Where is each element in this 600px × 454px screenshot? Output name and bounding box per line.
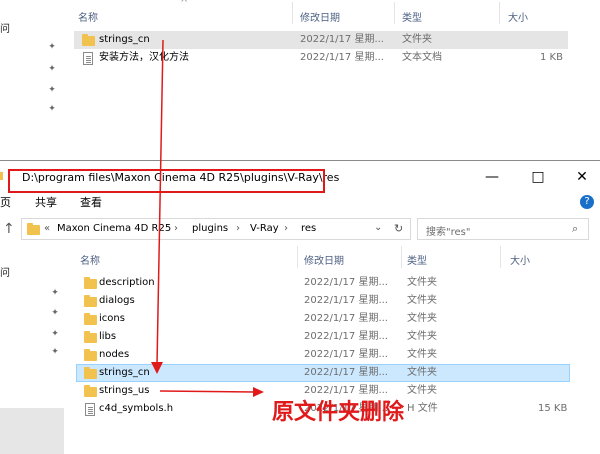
red-arrow-down bbox=[151, 39, 164, 374]
annotation-arrows bbox=[151, 39, 264, 397]
annotation-label: 原文件夹删除 bbox=[272, 399, 405, 425]
red-arrow-right bbox=[159, 387, 264, 397]
